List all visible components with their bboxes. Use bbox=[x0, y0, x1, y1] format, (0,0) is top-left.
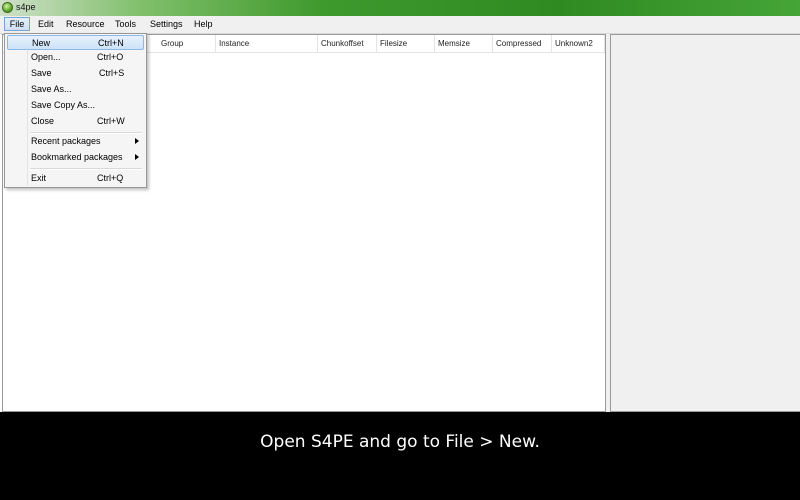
menu-edit[interactable]: Edit bbox=[38, 19, 54, 29]
menu-item-label: New bbox=[32, 38, 51, 48]
column-header-unknown2[interactable]: Unknown2 bbox=[552, 35, 605, 52]
menu-item-recent-packages[interactable]: Recent packages bbox=[7, 134, 144, 149]
column-header-filesize[interactable]: Filesize bbox=[377, 35, 435, 52]
menu-item-label: Save bbox=[31, 68, 52, 78]
menu-resource[interactable]: Resource bbox=[66, 19, 105, 29]
column-header-compressed[interactable]: Compressed bbox=[493, 35, 552, 52]
menu-item-save-copy-as[interactable]: Save Copy As... bbox=[7, 98, 144, 113]
menu-item-shortcut: Ctrl+Q bbox=[97, 173, 124, 183]
column-header-group[interactable]: Group bbox=[158, 35, 216, 52]
menu-item-label: Exit bbox=[31, 173, 47, 183]
column-header-memsize[interactable]: Memsize bbox=[435, 35, 493, 52]
menu-item-open[interactable]: Open... Ctrl+O bbox=[7, 50, 144, 65]
menu-item-label: Bookmarked packages bbox=[31, 152, 123, 162]
menu-item-close[interactable]: Close Ctrl+W bbox=[7, 114, 144, 129]
menu-item-bookmarked-packages[interactable]: Bookmarked packages bbox=[7, 150, 144, 165]
column-header-chunkoffset[interactable]: Chunkoffset bbox=[318, 35, 377, 52]
menu-item-label: Save As... bbox=[31, 84, 72, 94]
file-menu-dropdown: New Ctrl+N Open... Ctrl+O Save Ctrl+S Sa… bbox=[4, 33, 147, 188]
app-icon bbox=[2, 2, 13, 13]
menu-item-shortcut: Ctrl+O bbox=[97, 52, 124, 62]
menu-item-label: Save Copy As... bbox=[31, 100, 96, 110]
menu-item-save[interactable]: Save Ctrl+S bbox=[7, 66, 144, 81]
menu-bar: File Edit Resource Tools Settings Help bbox=[0, 16, 800, 34]
menu-settings[interactable]: Settings bbox=[150, 19, 183, 29]
menu-item-shortcut: Ctrl+W bbox=[97, 116, 125, 126]
menu-item-label: Open... bbox=[31, 52, 61, 62]
menu-item-new[interactable]: New Ctrl+N bbox=[7, 35, 144, 50]
menu-help[interactable]: Help bbox=[194, 19, 213, 29]
caption-text: Open S4PE and go to File > New. bbox=[260, 432, 540, 452]
menu-item-shortcut: Ctrl+S bbox=[99, 68, 125, 78]
submenu-arrow-icon bbox=[135, 154, 139, 160]
menu-tools[interactable]: Tools bbox=[115, 19, 136, 29]
menu-item-label: Recent packages bbox=[31, 136, 101, 146]
column-header-instance[interactable]: Instance bbox=[216, 35, 318, 52]
caption-bar: Open S4PE and go to File > New. bbox=[0, 412, 800, 500]
menu-item-save-as[interactable]: Save As... bbox=[7, 82, 144, 97]
window-title: s4pe bbox=[16, 2, 36, 12]
menu-separator bbox=[30, 168, 142, 170]
menu-item-shortcut: Ctrl+N bbox=[98, 38, 124, 48]
preview-pane bbox=[610, 34, 800, 412]
submenu-arrow-icon bbox=[135, 138, 139, 144]
menu-file[interactable]: File bbox=[4, 17, 30, 31]
menu-item-exit[interactable]: Exit Ctrl+Q bbox=[7, 171, 144, 186]
menu-item-label: Close bbox=[31, 116, 55, 126]
title-bar: s4pe bbox=[0, 0, 800, 16]
